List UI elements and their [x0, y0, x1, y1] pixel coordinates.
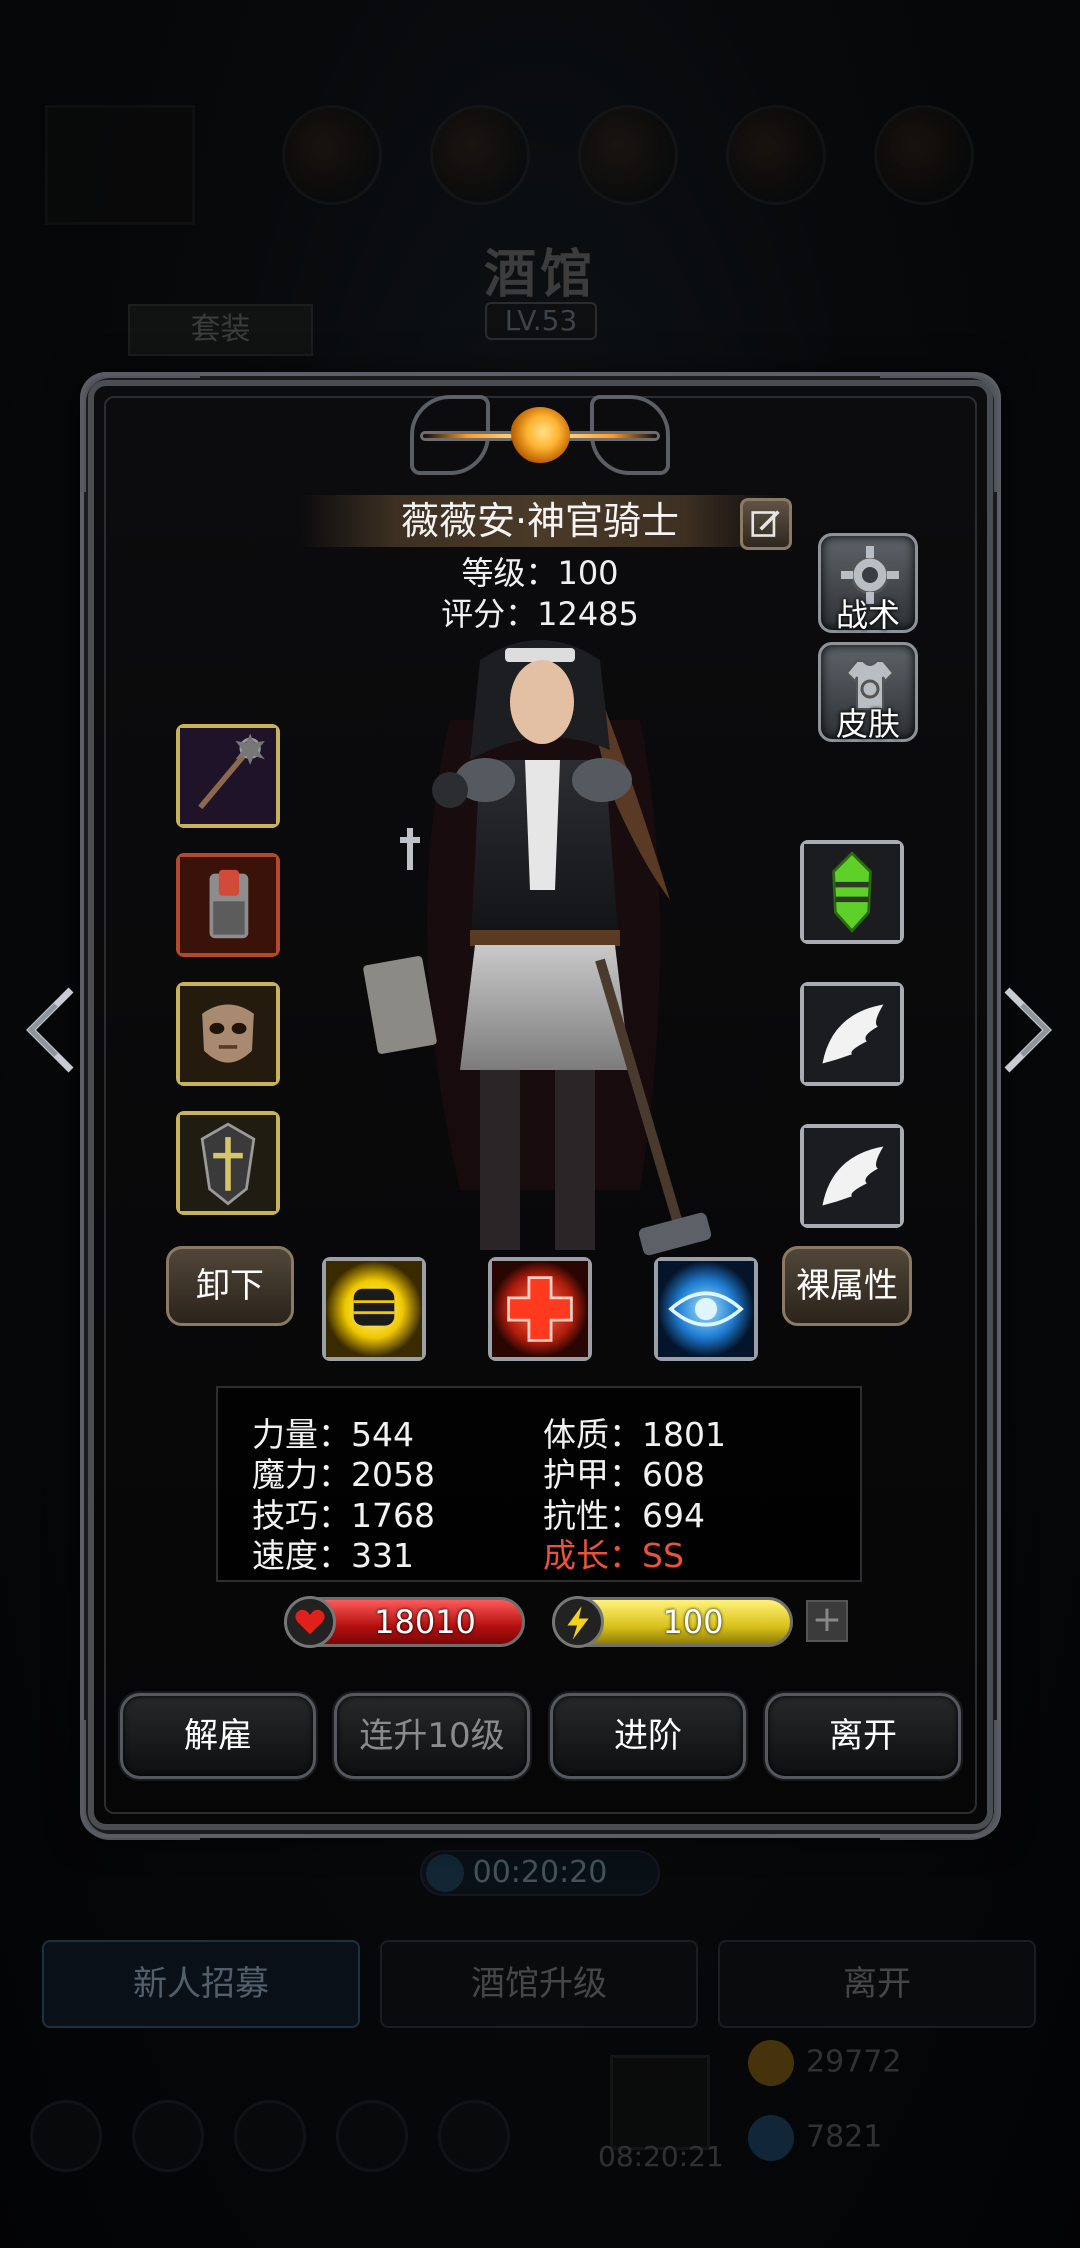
hero-level: 等级：100	[461, 554, 619, 592]
unequip-button[interactable]: 卸下	[166, 1246, 294, 1326]
hero-score: 评分：12485	[441, 595, 639, 633]
crest-moon-icon	[410, 395, 670, 475]
pencil-icon	[751, 510, 780, 537]
growth-value: SS	[642, 1536, 684, 1575]
equip-slot-wing-2[interactable]	[800, 1124, 904, 1228]
stat-speed: 速度：331	[252, 1536, 414, 1575]
staff-icon	[180, 728, 276, 824]
equip-slot-weapon[interactable]	[176, 724, 280, 828]
equip-slot-wing-1[interactable]	[800, 982, 904, 1086]
eye-skill-icon	[658, 1261, 754, 1357]
skin-button[interactable]: 皮肤	[818, 642, 918, 743]
skill-slot-2[interactable]	[488, 1257, 592, 1361]
stat-growth: 成长：SS	[543, 1529, 684, 1577]
cross-icon	[180, 1115, 276, 1211]
heal-cross-skill-icon	[492, 1261, 588, 1357]
skill-slot-3[interactable]	[654, 1257, 758, 1361]
fist-skill-icon	[326, 1261, 422, 1357]
skill-slot-1[interactable]	[322, 1257, 426, 1361]
naked-stats-button[interactable]: 裸属性	[782, 1246, 912, 1326]
hp-value: 18010	[374, 1603, 476, 1641]
green-gem-icon	[804, 844, 900, 940]
add-energy-button[interactable]: +	[806, 1600, 848, 1642]
white-wing-icon	[804, 986, 900, 1082]
growth-label: 成长：	[543, 1536, 642, 1575]
tactics-button[interactable]: 战术	[818, 533, 918, 634]
skin-label: 皮肤	[835, 705, 900, 743]
frame-ornament	[80, 372, 200, 492]
equip-slot-gem[interactable]	[800, 840, 904, 944]
equip-slot-armor[interactable]	[176, 1111, 280, 1215]
prev-hero-arrow-icon[interactable]	[16, 980, 86, 1080]
next-hero-arrow-icon[interactable]	[992, 980, 1062, 1080]
frame-ornament	[880, 372, 1000, 492]
hero-portrait	[363, 640, 712, 1256]
energy-value: 100	[662, 1603, 724, 1641]
edit-name-button[interactable]	[740, 498, 792, 550]
leave-button[interactable]: 离开	[765, 1693, 961, 1779]
book-icon	[180, 857, 276, 953]
advance-button[interactable]: 进阶	[550, 1693, 746, 1779]
level-up-10-button[interactable]: 连升10级	[334, 1693, 530, 1779]
tactics-label: 战术	[835, 596, 900, 634]
equip-slot-offhand[interactable]	[176, 853, 280, 957]
hero-name: 薇薇安·神官骑士	[400, 499, 680, 543]
equip-slot-helmet[interactable]	[176, 982, 280, 1086]
energy-bar: 100	[552, 1596, 793, 1648]
dismiss-button[interactable]: 解雇	[120, 1693, 316, 1779]
hp-bar: 18010	[284, 1596, 525, 1648]
white-wing-icon	[804, 1128, 900, 1224]
mask-icon	[180, 986, 276, 1082]
